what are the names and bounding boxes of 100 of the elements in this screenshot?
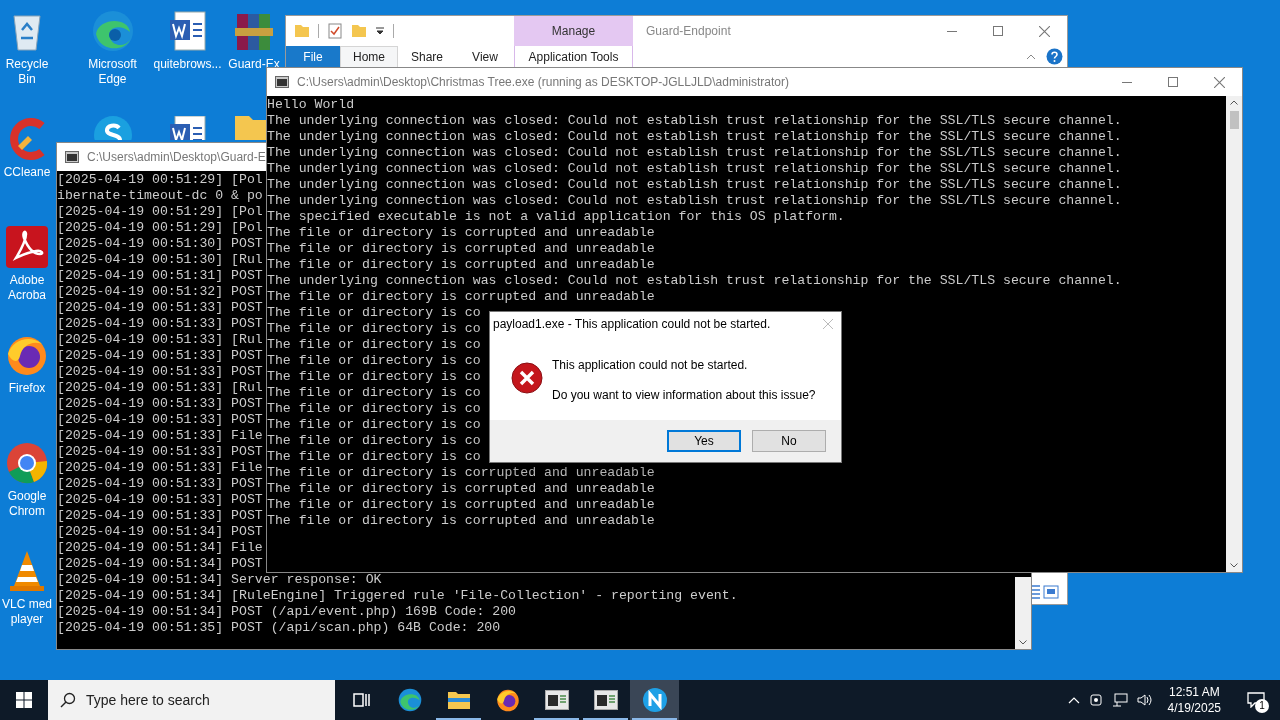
scrollbar[interactable] [1015,577,1031,649]
scroll-down-icon[interactable] [1019,640,1027,645]
console-line: [2025-04-19 00:51:33] POST [57,444,263,460]
task-view-icon [350,691,371,709]
search-icon [60,692,76,708]
console-window-icon [593,690,618,710]
console-line: [2025-04-19 00:51:33] POST [57,492,263,508]
desktop-icon-label[interactable]: Google Chrom [0,489,54,519]
taskbar-app[interactable] [630,680,679,720]
console-line: ibernate-timeout-dc 0 & po [57,188,263,204]
console-line: The file or directory is co [267,401,481,417]
chevron-up-icon[interactable] [1067,696,1080,704]
console-line: [2025-04-19 00:51:33] File [57,428,263,444]
console-line: The file or directory is corrupted and unreadable [267,481,655,497]
console-line: [2025-04-19 00:51:34] [RuleEngine] Triggered rule 'File-Collection' - reporting event. [57,588,738,604]
console-line: The file or directory is corrupted and unreadable [267,289,655,305]
large-icons-view-icon[interactable] [1043,584,1059,600]
notification-button[interactable]: 1 [1236,680,1276,720]
console-line: The file or directory is corrupted and unreadable [267,225,655,241]
windows-logo-icon [16,692,32,708]
desktop-icon-label[interactable]: Recycle Bin [0,57,54,87]
console-line: [2025-04-19 00:51:33] POST [57,396,263,412]
ribbon-tab[interactable]: View [456,46,514,67]
notification-badge: 1 [1255,699,1269,713]
console-line: The file or directory is co [267,369,481,385]
edge-icon [396,687,423,713]
scroll-up-icon[interactable] [1230,100,1238,105]
console-line: The file or directory is corrupted and unreadable [267,497,655,513]
dropdown-caret-icon[interactable] [375,26,385,36]
console-line: [2025-04-19 00:51:34] POST (/api/event.php) 169B Code: 200 [57,604,516,620]
desktop-icon-label[interactable]: Microsoft Edge [75,57,150,87]
console-line: [2025-04-19 00:51:29] [Pol [57,220,263,236]
network-icon[interactable] [1111,693,1128,707]
clock[interactable]: 12:51 AM 4/19/2025 [1161,684,1227,716]
collapse-ribbon-icon[interactable] [1026,53,1036,60]
close-icon [1213,76,1225,88]
desktop-icon-label[interactable]: CCleane [3,165,51,180]
console-line: [2025-04-19 00:51:33] POST [57,412,263,428]
console-line: [2025-04-19 00:51:29] [Pol [57,172,263,188]
console-line: The file or directory is corrupted and unreadable [267,257,655,273]
console-icon [65,151,79,163]
console-line: [2025-04-19 00:51:31] POST [57,268,263,284]
console-line: The file or directory is co [267,449,481,465]
console-line: [2025-04-19 00:51:30] [Rul [57,252,263,268]
console-line: The file or directory is co [267,337,481,353]
n-logo-icon [641,687,668,713]
pdf-icon [4,224,50,270]
console-line: [2025-04-19 00:51:33] POST [57,476,263,492]
console-line: The underlying connection was closed: Could not establish trust relationship for the SSL/TLS secure channel. [267,161,1122,177]
desktop-icon-label[interactable]: quitebrows... [153,57,222,72]
console-line: The file or directory is co [267,321,481,337]
console-line: [2025-04-19 00:51:33] POST [57,300,263,316]
console-line: The underlying connection was closed: Could not establish trust relationship for the SSL/TLS secure channel. [267,273,1122,289]
volume-icon[interactable] [1136,693,1153,707]
context-group-header: Manage [514,16,633,46]
close-icon [1038,25,1050,37]
ribbon-tab[interactable]: Home [340,46,398,67]
desktop-icon-label[interactable]: Adobe Acroba [0,273,54,303]
camera-icon[interactable] [1088,693,1103,707]
scroll-thumb[interactable] [1229,111,1239,129]
console-line: [2025-04-19 00:51:34] Server response: OK [57,572,382,588]
details-view-icon[interactable] [1029,584,1041,600]
console-line: The file or directory is co [267,433,481,449]
ribbon-tab[interactable]: Share [398,46,456,67]
console-line: [2025-04-19 00:51:33] POST [57,348,263,364]
ribbon-tab[interactable]: File [286,46,340,67]
dialog-button[interactable]: Yes [667,430,741,452]
console-line: [2025-04-19 00:51:30] POST [57,236,263,252]
console-line: [2025-04-19 00:51:29] [Pol [57,204,263,220]
search-field[interactable]: Type here to search [48,680,335,720]
console-window-icon [544,690,569,710]
desktop-icon-label[interactable]: Firefox [8,381,46,396]
desktop-icon-label[interactable]: VLC med player [0,597,54,627]
console-line: The underlying connection was closed: Could not establish trust relationship for the SSL/TLS secure channel. [267,193,1122,209]
help-icon[interactable] [1046,48,1063,65]
console-line: The file or directory is co [267,417,481,433]
folder-icon [446,689,471,711]
dialog-question: Do you want to view information about this issue? [552,387,816,404]
dialog-button[interactable]: No [752,430,826,452]
window-title: Guard-Endpoint [646,23,731,40]
scrollbar[interactable] [1226,96,1242,572]
console-line: [2025-04-19 00:51:33] POST [57,364,263,380]
console-line: The file or directory is co [267,385,481,401]
console-line: The underlying connection was closed: Could not establish trust relationship for the SSL/TLS secure channel. [267,177,1122,193]
console-line: [2025-04-19 00:51:33] File [57,460,263,476]
console-line: The underlying connection was closed: Could not establish trust relationship for the SSL/TLS secure channel. [267,129,1122,145]
console-line: [2025-04-19 00:51:34] POST [57,524,263,540]
console-icon [275,76,289,88]
console-line: [2025-04-19 00:51:33] [Rul [57,380,263,396]
console-line: The file or directory is corrupted and unreadable [267,513,655,529]
dialog-title: payload1.exe - This application could not be started. [493,316,771,333]
console-line: The file or directory is co [267,353,481,369]
properties-icon[interactable] [327,23,343,39]
scroll-down-icon[interactable] [1230,563,1238,568]
console-line: [2025-04-19 00:51:35] POST (/api/scan.php) 64B Code: 200 [57,620,501,636]
console-line: The file or directory is co [267,305,481,321]
console-line: [2025-04-19 00:51:32] POST [57,284,263,300]
console-line: The file or directory is corrupted and unreadable [267,465,655,481]
console-line: [2025-04-19 00:51:33] POST [57,508,263,524]
console-line: The specified executable is not a valid application for this OS platform. [267,209,845,225]
